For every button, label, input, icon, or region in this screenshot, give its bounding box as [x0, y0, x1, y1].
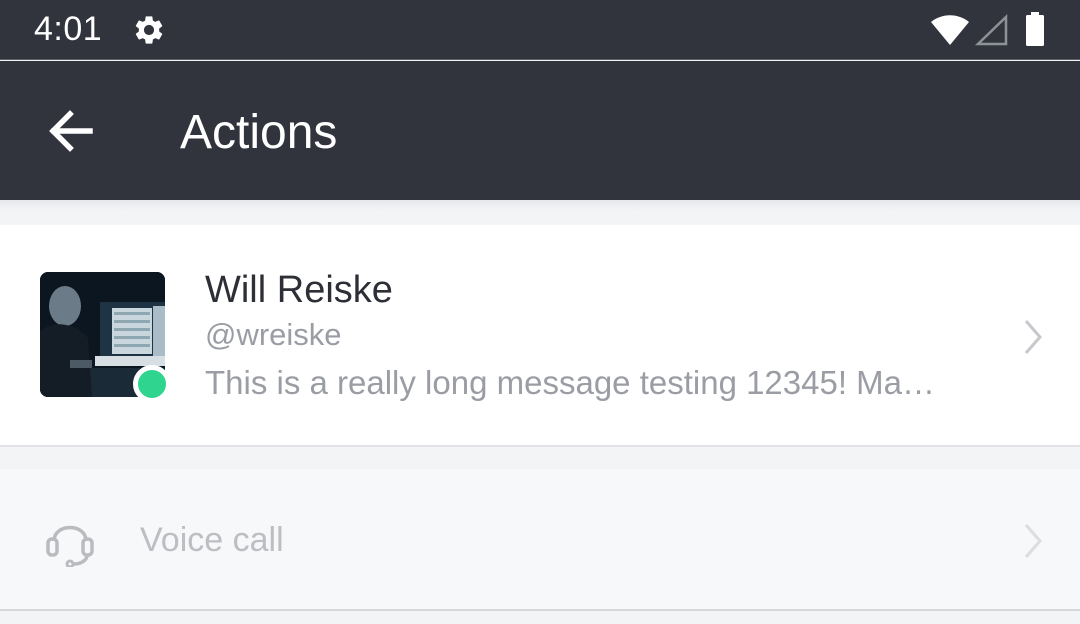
user-card[interactable]: Will Reiske @wreiske This is a really lo…	[0, 225, 1080, 447]
status-time: 4:01	[34, 10, 103, 48]
wifi-icon	[931, 15, 969, 45]
voice-call-label: Voice call	[140, 521, 284, 559]
chevron-right-icon	[1024, 524, 1042, 558]
headset-icon	[46, 525, 94, 567]
cell-signal-icon	[975, 14, 1008, 46]
gear-icon	[135, 16, 163, 44]
arrow-left-icon	[49, 110, 93, 152]
user-name: Will Reiske	[205, 269, 393, 311]
battery-icon	[1026, 12, 1044, 46]
presence-indicator	[133, 365, 171, 403]
status-bar: 4:01	[0, 0, 1080, 60]
page-title: Actions	[180, 106, 338, 159]
back-button[interactable]	[36, 95, 108, 167]
user-message: This is a really long message testing 12…	[205, 364, 936, 401]
app-bar: Actions	[0, 61, 1080, 200]
app-bar-shadow	[0, 200, 1080, 210]
user-handle: @wreiske	[205, 317, 342, 352]
chevron-right-icon	[1024, 320, 1042, 354]
voice-call-action[interactable]: Voice call	[0, 469, 1080, 611]
